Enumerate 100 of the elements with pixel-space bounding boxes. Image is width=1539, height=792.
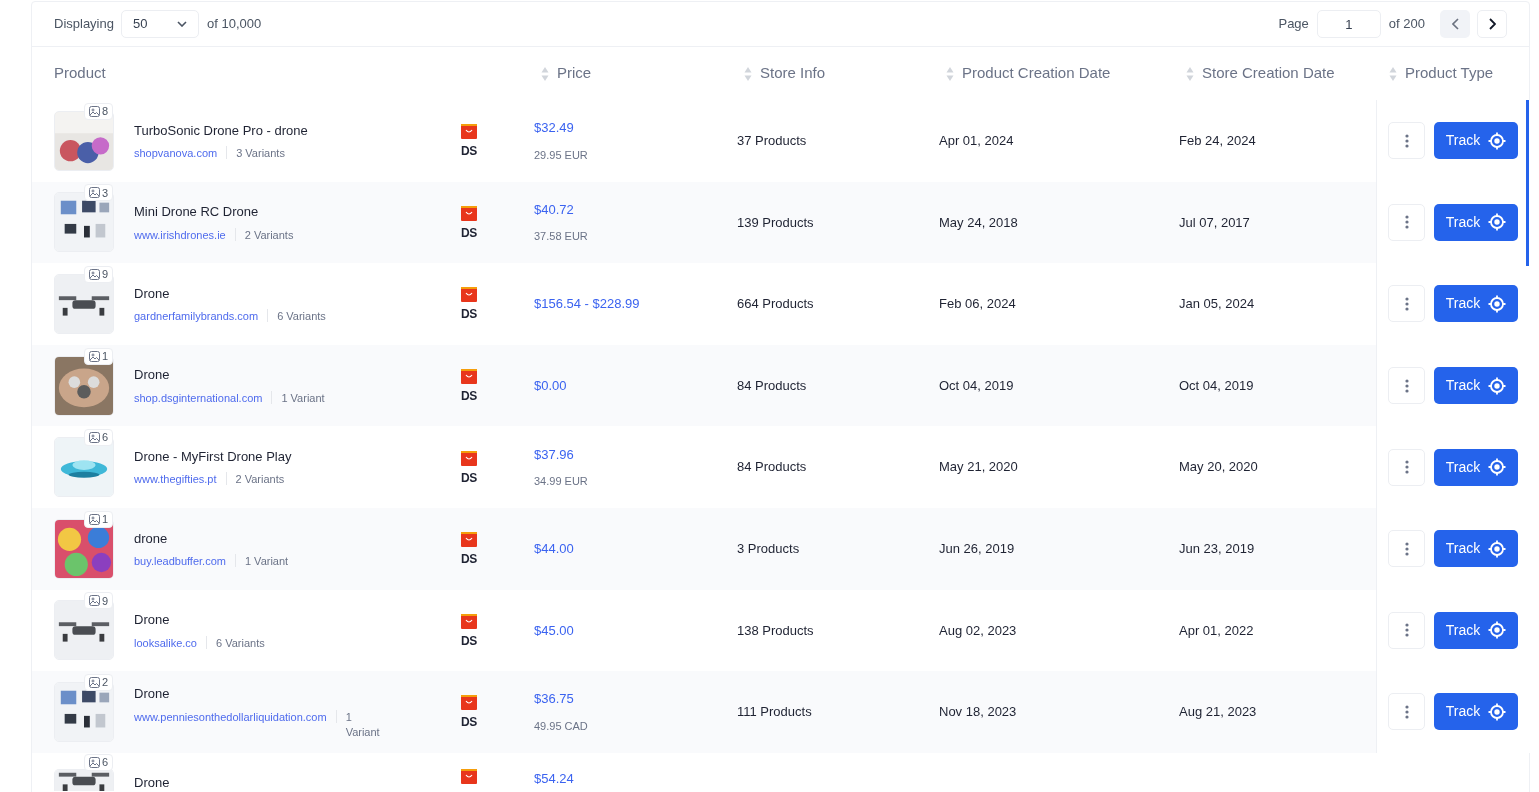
image-icon (89, 676, 100, 688)
product-thumbnail[interactable] (54, 768, 114, 791)
product-name[interactable]: Drone (134, 365, 384, 385)
source-logo: DS (461, 634, 478, 647)
product-name[interactable]: Drone (134, 283, 384, 304)
variant-count: 1 Variant (345, 709, 381, 740)
store-link[interactable]: shopvanova.com (134, 146, 218, 162)
store-link[interactable]: www.irishdrones.ie (134, 227, 226, 243)
next-page-button[interactable] (1477, 10, 1507, 38)
image-icon (89, 595, 100, 607)
price: $0.00 (534, 376, 568, 395)
more-icon (1404, 297, 1409, 311)
store-creation-date: Oct 04, 2019 (1179, 376, 1255, 395)
track-button[interactable]: Track (1434, 611, 1518, 649)
crosshair-icon (1488, 458, 1507, 477)
shopping-bag-icon (461, 369, 478, 385)
product-creation-date: Oct 04, 2019 (939, 376, 1015, 395)
sort-icon[interactable] (744, 65, 752, 82)
page-input[interactable]: 1 (1316, 10, 1381, 38)
sort-icon[interactable] (1389, 65, 1397, 82)
page-label: Page (1278, 15, 1309, 34)
more-options-button[interactable] (1388, 693, 1425, 731)
track-button[interactable]: Track (1434, 285, 1518, 323)
price: $44.00 (534, 540, 575, 558)
shopping-bag-icon (461, 124, 478, 140)
image-count-badge: 9 (84, 592, 114, 610)
product-creation-date: Jun 26, 2019 (939, 540, 1016, 558)
variant-count: 1 Variant (281, 390, 325, 406)
track-button[interactable]: Track (1434, 448, 1518, 486)
store-creation-date: Aug 21, 2023 (1179, 703, 1258, 722)
more-options-button[interactable] (1388, 122, 1425, 160)
converted-price: 29.95 EUR (534, 147, 589, 163)
product-creation-date: May 24, 2018 (939, 213, 1019, 232)
source-logo: DS (461, 553, 478, 566)
more-options-button[interactable] (1388, 285, 1425, 323)
product-name[interactable]: TurboSonic Drone Pro - drone (134, 120, 384, 141)
product-creation-date: Apr 01, 2024 (939, 132, 1015, 151)
shopping-bag-icon (461, 613, 478, 629)
track-button[interactable]: Track (1434, 367, 1518, 405)
track-button[interactable]: Track (1434, 122, 1518, 160)
store-link[interactable]: www.thegifties.pt (134, 472, 217, 488)
store-creation-date: May 20, 2020 (1179, 458, 1259, 477)
price: $36.75 (534, 690, 575, 709)
page-size-select[interactable]: 50 (121, 10, 199, 38)
image-icon (89, 513, 100, 525)
page-total: of 200 (1388, 15, 1425, 34)
store-link[interactable]: www.penniesonthedollarliquidation.com (134, 709, 327, 725)
scrollbar-thumb[interactable] (1526, 100, 1529, 266)
previous-page-button[interactable] (1440, 10, 1470, 38)
store-products: 138 Products (737, 621, 815, 640)
store-products: 664 Products (737, 295, 815, 314)
column-header: Product Creation Date (962, 63, 1111, 84)
variant-count: 6 Variants (216, 635, 265, 651)
store-products: 3 Products (737, 540, 801, 558)
column-header: Price (557, 63, 592, 84)
image-count-badge: 2 (84, 673, 114, 691)
source-logo: DS (461, 308, 478, 321)
shopping-bag-icon (461, 450, 478, 466)
chevron-down-icon (177, 21, 187, 27)
store-creation-date: Jun 23, 2019 (1179, 540, 1256, 558)
price: $37.96 (534, 445, 575, 464)
product-name[interactable]: drone (134, 528, 384, 548)
store-link[interactable]: gardnerfamilybrands.com (134, 309, 259, 325)
image-icon (89, 105, 100, 117)
product-name[interactable]: Drone (134, 684, 384, 704)
total-count: of 10,000 (207, 15, 262, 34)
more-icon (1404, 133, 1409, 148)
track-button[interactable]: Track (1434, 203, 1518, 241)
more-options-button[interactable] (1388, 203, 1425, 241)
product-name[interactable]: Mini Drone RC Drone (134, 202, 384, 222)
sort-icon[interactable] (946, 65, 954, 82)
product-name[interactable]: Drone (134, 610, 384, 630)
sort-icon[interactable] (541, 65, 549, 82)
store-link[interactable]: buy.leadbuffer.com (134, 554, 226, 569)
track-button[interactable]: Track (1434, 693, 1518, 731)
product-name[interactable]: Drone (134, 772, 384, 792)
variant-count: 3 Variants (236, 146, 285, 162)
variant-count: 2 Variants (235, 472, 285, 488)
product-creation-date: Feb 06, 2024 (939, 295, 1017, 314)
image-icon (89, 187, 100, 199)
shopping-bag-icon (461, 532, 478, 548)
crosshair-icon (1488, 539, 1507, 558)
sort-icon[interactable] (1186, 65, 1194, 82)
image-count-badge: 8 (84, 102, 114, 120)
more-options-button[interactable] (1388, 367, 1425, 405)
store-link[interactable]: shop.dsginternational.com (134, 390, 263, 406)
store-link[interactable]: looksalike.co (134, 635, 197, 651)
more-options-button[interactable] (1388, 611, 1425, 649)
product-name[interactable]: Drone - MyFirst Drone Play (134, 446, 384, 467)
more-options-button[interactable] (1388, 530, 1425, 568)
more-icon (1404, 541, 1409, 556)
track-button[interactable]: Track (1434, 530, 1518, 568)
source-logo: DS (461, 226, 478, 239)
more-options-button[interactable] (1388, 448, 1425, 486)
crosshair-icon (1488, 621, 1507, 640)
column-header: Product (54, 63, 106, 84)
store-products: 84 Products (737, 458, 808, 477)
more-icon (1404, 378, 1409, 393)
variant-count: 1 Variant (244, 554, 289, 569)
store-products: 139 Products (737, 213, 815, 232)
